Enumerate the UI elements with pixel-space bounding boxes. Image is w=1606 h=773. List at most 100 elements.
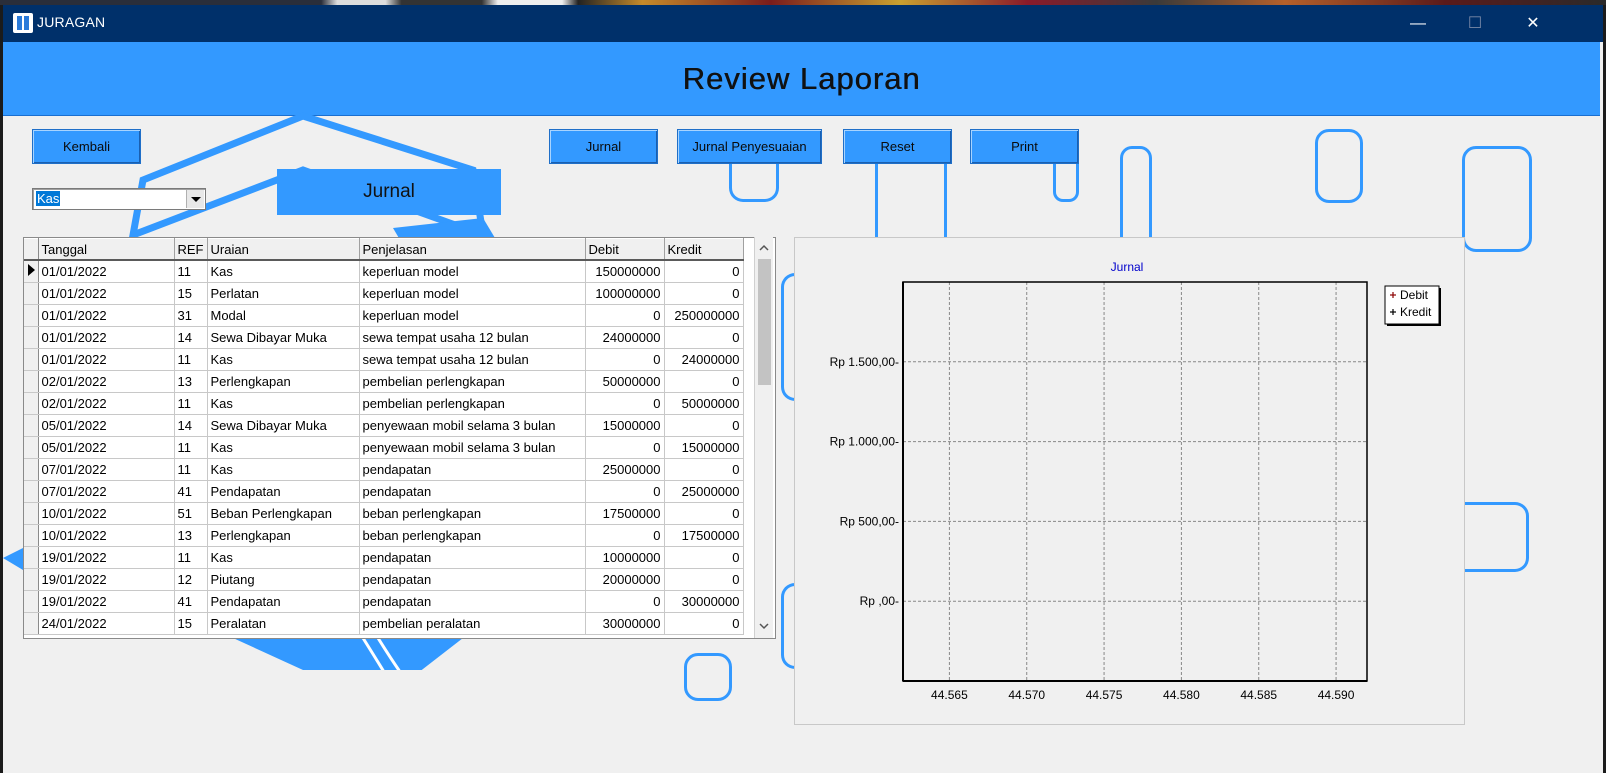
table-cell[interactable]: 24000000 [664,348,744,371]
table-cell[interactable]: 250000000 [664,304,744,327]
column-header-uraian[interactable]: Uraian [207,238,360,261]
table-cell[interactable]: 01/01/2022 [38,348,175,371]
column-header-debit[interactable]: Debit [585,238,665,261]
table-row[interactable]: 19/01/2022 12 Piutang pendapatan 20000000 0 [24,568,744,591]
current-row-indicator[interactable] [24,260,39,283]
close-button[interactable]: ✕ [1505,5,1561,42]
table-cell[interactable]: 50000000 [664,392,744,415]
table-cell[interactable]: 50000000 [585,370,665,393]
table-cell[interactable]: keperluan model [359,282,586,305]
table-cell[interactable]: Kas [207,436,360,459]
table-cell[interactable]: 0 [585,304,665,327]
column-header-kredit[interactable]: Kredit [664,238,744,261]
table-row[interactable]: 02/01/2022 11 Kas pembelian perlengkapan 0 50… [24,392,744,415]
table-cell[interactable]: 12 [174,568,208,591]
table-cell[interactable]: 0 [664,282,744,305]
maximize-button[interactable]: ☐ [1447,5,1503,42]
table-cell[interactable]: 0 [664,546,744,569]
table-cell[interactable]: 10000000 [585,546,665,569]
table-cell[interactable]: 13 [174,370,208,393]
table-cell[interactable]: 0 [664,458,744,481]
account-select[interactable]: Kas [32,188,206,210]
table-row[interactable]: 05/01/2022 14 Sewa Dibayar Muka penyewaan m… [24,414,744,437]
table-cell[interactable]: keperluan model [359,304,586,327]
table-cell[interactable]: 01/01/2022 [38,282,175,305]
table-cell[interactable]: beban perlengkapan [359,502,586,525]
row-indicator[interactable] [24,282,39,305]
chevron-down-icon[interactable] [186,190,204,208]
scrollbar-thumb[interactable] [758,259,771,385]
table-cell[interactable]: Piutang [207,568,360,591]
table-cell[interactable]: 0 [664,568,744,591]
table-cell[interactable]: 0 [585,436,665,459]
table-row[interactable]: 01/01/2022 14 Sewa Dibayar Muka sewa tempat… [24,326,744,349]
table-cell[interactable]: Kas [207,392,360,415]
row-indicator[interactable] [24,304,39,327]
table-row[interactable]: 10/01/2022 13 Perlengkapan beban perlengkap… [24,524,744,547]
row-indicator[interactable] [24,414,39,437]
table-cell[interactable]: 30000000 [664,590,744,613]
table-cell[interactable]: 02/01/2022 [38,370,175,393]
table-row[interactable]: 01/01/2022 15 Perlatan keperluan model 10000… [24,282,744,305]
table-cell[interactable]: 30000000 [585,612,665,635]
row-indicator[interactable] [24,436,39,459]
table-cell[interactable]: 100000000 [585,282,665,305]
table-cell[interactable]: 02/01/2022 [38,392,175,415]
scroll-down-icon[interactable] [755,617,773,635]
table-cell[interactable]: 11 [174,546,208,569]
reset-button[interactable]: Reset [843,129,952,164]
column-header-tanggal[interactable]: Tanggal [38,238,175,261]
table-cell[interactable]: pembelian perlengkapan [359,392,586,415]
table-cell[interactable]: Kas [207,546,360,569]
table-cell[interactable]: pendapatan [359,568,586,591]
table-row[interactable]: 19/01/2022 41 Pendapatan pendapatan 0 3000000… [24,590,744,613]
table-cell[interactable]: Peralatan [207,612,360,635]
table-cell[interactable]: 25000000 [664,480,744,503]
row-indicator[interactable] [24,370,39,393]
table-cell[interactable]: keperluan model [359,260,586,283]
table-cell[interactable]: 05/01/2022 [38,436,175,459]
table-cell[interactable]: 07/01/2022 [38,458,175,481]
table-cell[interactable]: 24000000 [585,326,665,349]
table-cell[interactable]: 0 [585,348,665,371]
table-cell[interactable]: 25000000 [585,458,665,481]
table-cell[interactable]: Modal [207,304,360,327]
table-cell[interactable]: Perlatan [207,282,360,305]
table-cell[interactable]: 15000000 [585,414,665,437]
table-cell[interactable]: Beban Perlengkapan [207,502,360,525]
table-cell[interactable]: 0 [585,392,665,415]
table-cell[interactable]: 19/01/2022 [38,546,175,569]
table-cell[interactable]: 10/01/2022 [38,502,175,525]
jurnal-penyesuaian-button[interactable]: Jurnal Penyesuaian [677,129,822,164]
print-button[interactable]: Print [970,129,1079,164]
table-cell[interactable]: 11 [174,458,208,481]
table-cell[interactable]: pendapatan [359,546,586,569]
column-header-penjelasan[interactable]: Penjelasan [359,238,586,261]
kembali-button[interactable]: Kembali [32,129,141,164]
table-cell[interactable]: 11 [174,260,208,283]
table-cell[interactable]: Perlengkapan [207,524,360,547]
table-cell[interactable]: sewa tempat usaha 12 bulan [359,348,586,371]
table-cell[interactable]: 0 [664,612,744,635]
table-cell[interactable]: 11 [174,392,208,415]
table-cell[interactable]: pendapatan [359,590,586,613]
row-indicator[interactable] [24,524,39,547]
title-bar[interactable]: JURAGAN — ☐ ✕ [3,5,1603,42]
table-cell[interactable]: 51 [174,502,208,525]
scroll-up-icon[interactable] [755,239,773,257]
row-indicator[interactable] [24,502,39,525]
row-indicator[interactable] [24,590,39,613]
table-cell[interactable]: pendapatan [359,480,586,503]
table-cell[interactable]: 17500000 [664,524,744,547]
table-cell[interactable]: 10/01/2022 [38,524,175,547]
table-cell[interactable]: Kas [207,458,360,481]
journal-grid[interactable]: Tanggal REF Uraian Penjelasan Debit Kred… [23,237,776,639]
table-cell[interactable]: penyewaan mobil selama 3 bulan [359,414,586,437]
row-indicator[interactable] [24,348,39,371]
table-cell[interactable]: pembelian peralatan [359,612,586,635]
table-cell[interactable]: pendapatan [359,458,586,481]
table-cell[interactable]: Pendapatan [207,480,360,503]
row-indicator[interactable] [24,612,39,635]
table-cell[interactable]: 41 [174,590,208,613]
table-row[interactable]: 10/01/2022 51 Beban Perlengkapan beban perl… [24,502,744,525]
